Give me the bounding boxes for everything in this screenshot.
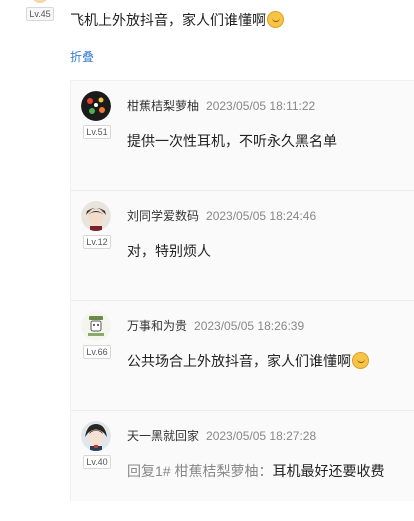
username[interactable]: 天一黑就回家: [127, 429, 199, 443]
avatar[interactable]: [81, 91, 111, 121]
reply-content: 回复1# 柑蕉桔梨萝柚：耳机最好还要收费: [127, 461, 384, 481]
laughing-emoji-icon: [352, 352, 369, 369]
timestamp: 2023/05/05 18:24:46: [206, 209, 317, 223]
username[interactable]: 刘同学爱数码: [127, 209, 199, 223]
timestamp: 2023/05/05 18:27:28: [206, 429, 317, 443]
collapse-link[interactable]: 折叠: [70, 48, 94, 65]
main-avatar[interactable]: [31, 0, 49, 3]
reply-header: 天一黑就回家 2023/05/05 18:27:28: [127, 427, 316, 445]
level-badge: Lv.45: [26, 7, 54, 21]
avatar[interactable]: [81, 201, 111, 231]
comment-text-content: 飞机上外放抖音，家人们谁懂啊: [70, 12, 266, 28]
timestamp: 2023/05/05 18:26:39: [194, 319, 305, 333]
reply-item: Lv.12 刘同学爱数码 2023/05/05 18:24:46 对，特别烦人: [71, 191, 414, 301]
comment-text: 飞机上外放抖音，家人们谁懂啊: [70, 10, 284, 30]
level-badge: Lv.12: [83, 235, 111, 249]
level-badge: Lv.66: [83, 345, 111, 359]
reply-content-text: 公共场合上外放抖音，家人们谁懂啊: [127, 353, 351, 369]
reply-item: Lv.66 万事和为贵 2023/05/05 18:26:39 公共场合上外放抖音…: [71, 301, 414, 411]
reply-content: 公共场合上外放抖音，家人们谁懂啊: [127, 351, 369, 371]
level-badge: Lv.40: [83, 455, 111, 469]
reply-to-label: 回复1# 柑蕉桔梨萝柚：: [127, 463, 273, 479]
level-badge: Lv.51: [83, 125, 111, 139]
reply-item: Lv.51 柑蕉桔梨萝柚 2023/05/05 18:11:22 提供一次性耳机，…: [71, 81, 414, 191]
reply-header: 柑蕉桔梨萝柚 2023/05/05 18:11:22: [127, 97, 315, 115]
reply-header: 万事和为贵 2023/05/05 18:26:39: [127, 317, 304, 335]
reply-content: 提供一次性耳机，不听永久黑名单: [127, 133, 337, 149]
timestamp: 2023/05/05 18:11:22: [206, 99, 316, 113]
avatar[interactable]: [81, 311, 111, 341]
reply-list: Lv.51 柑蕉桔梨萝柚 2023/05/05 18:11:22 提供一次性耳机，…: [70, 80, 414, 501]
avatar[interactable]: [81, 421, 111, 451]
reply-content-text: 耳机最好还要收费: [272, 463, 385, 479]
username[interactable]: 万事和为贵: [127, 319, 187, 333]
reply-content: 对，特别烦人: [127, 243, 211, 259]
reply-item: Lv.40 天一黑就回家 2023/05/05 18:27:28 回复1# 柑蕉桔…: [71, 411, 414, 521]
reply-header: 刘同学爱数码 2023/05/05 18:24:46: [127, 207, 316, 225]
laughing-emoji-icon: [267, 11, 284, 28]
username[interactable]: 柑蕉桔梨萝柚: [127, 99, 199, 113]
